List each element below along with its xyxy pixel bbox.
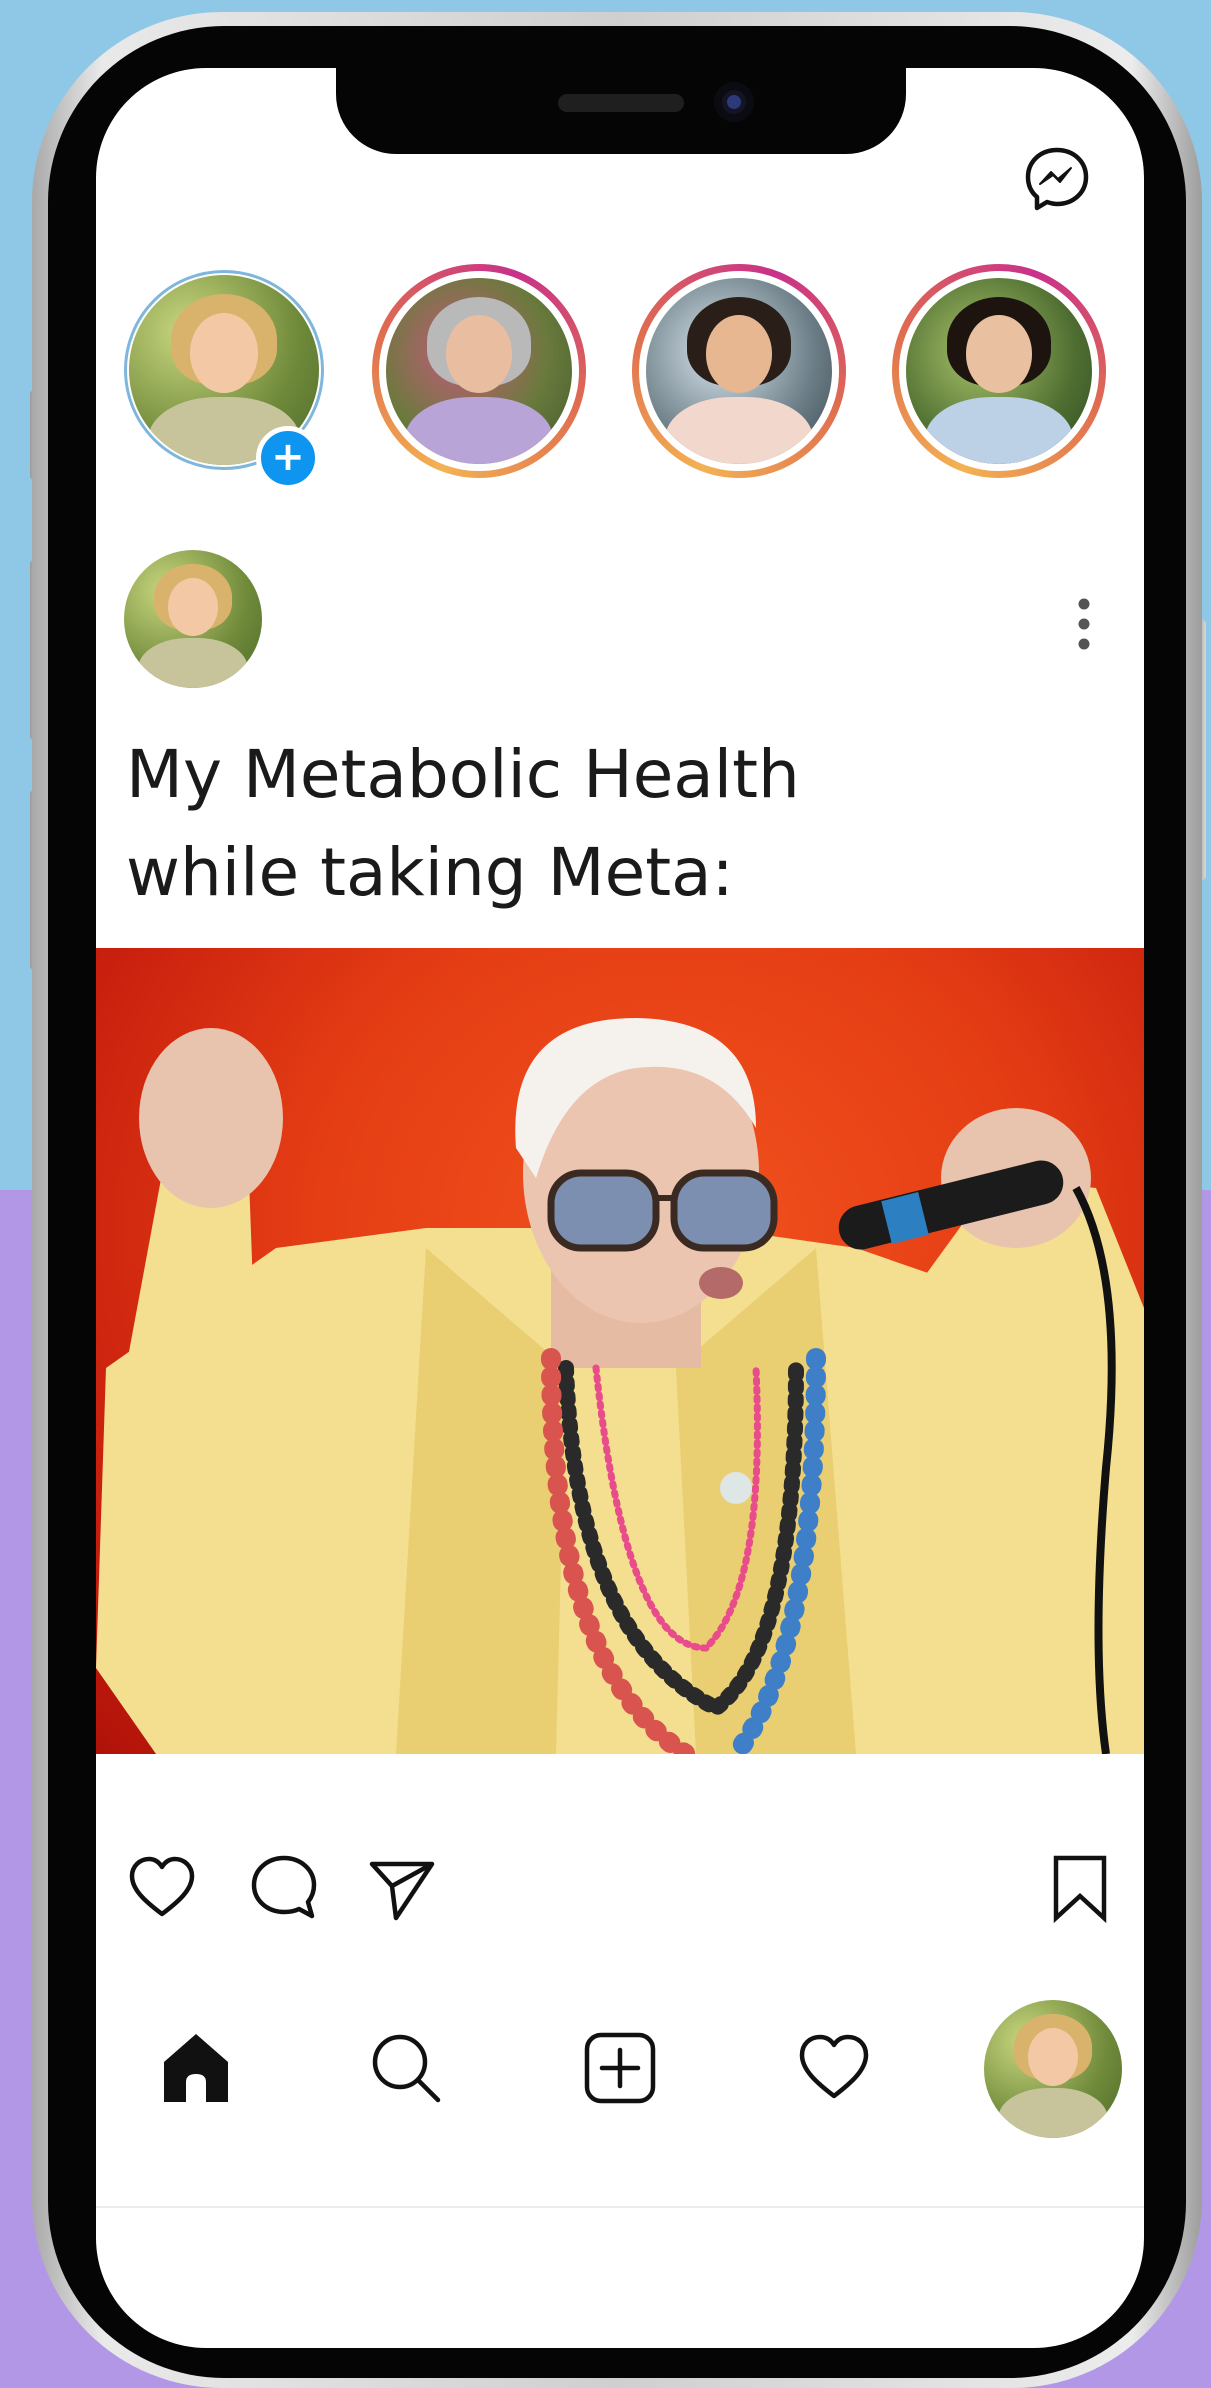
nav-profile-avatar[interactable] [984,2000,1122,2138]
story-user-1[interactable] [372,264,586,478]
phone-screen: + My Metabolic Health while taking Meta: [96,68,1144,2348]
comment-icon[interactable] [248,1852,320,1924]
add-post-icon[interactable] [582,2030,658,2106]
add-story-plus-icon[interactable]: + [256,426,320,490]
messenger-icon[interactable] [1024,146,1090,212]
story-user-3[interactable] [892,264,1106,478]
post-photo-illustration [96,1018,1144,1754]
post-image[interactable] [96,948,1144,1754]
post-author-avatar[interactable] [124,550,262,688]
home-icon[interactable] [158,2030,234,2106]
story-user-2[interactable] [632,264,846,478]
story-avatar-photo [386,278,572,464]
search-icon[interactable] [368,2030,444,2106]
more-vertical-icon[interactable] [1074,596,1094,652]
caption-line-1: My Metabolic Health [126,736,800,813]
heart-icon[interactable] [126,1852,198,1924]
caption-line-2: while taking Meta: [126,834,734,911]
earpiece-speaker [558,94,684,112]
post-caption: My Metabolic Health while taking Meta: [126,726,1026,922]
story-avatar-photo [906,278,1092,464]
activity-heart-icon[interactable] [796,2030,872,2106]
notch [336,68,906,154]
front-camera [714,82,754,122]
divider [96,2206,1144,2208]
send-icon[interactable] [366,1852,438,1924]
story-avatar-photo [646,278,832,464]
bookmark-icon[interactable] [1044,1852,1116,1924]
